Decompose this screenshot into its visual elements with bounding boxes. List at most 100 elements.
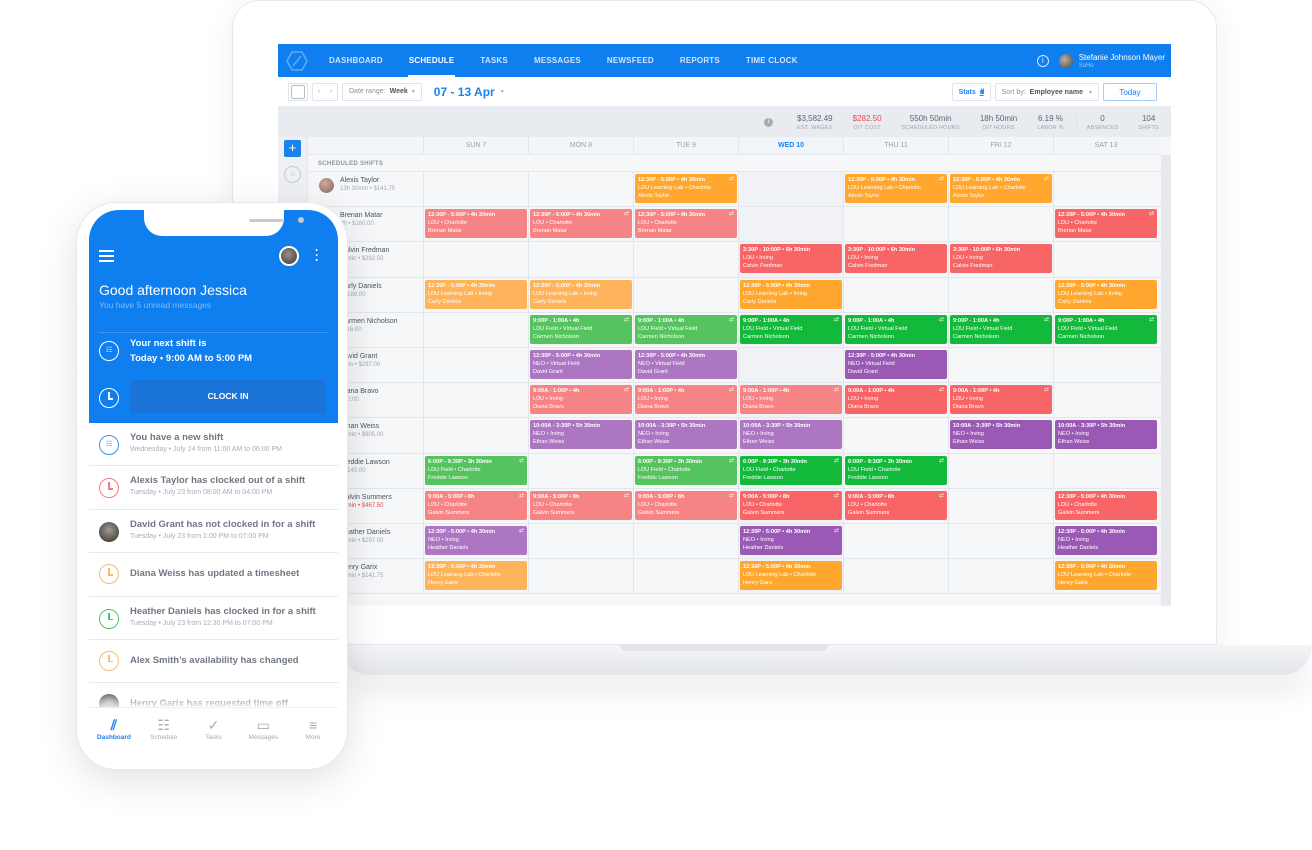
schedule-cell[interactable]: 12:30P - 5:00P • 4h 30min LDU Learning La… [1053, 277, 1158, 312]
nav-tab-schedule[interactable]: SCHEDULE [396, 44, 468, 77]
user-avatar[interactable] [1058, 53, 1073, 68]
shift-block[interactable]: 12:30P - 5:00P • 4h 30min LDU Learning La… [635, 174, 737, 203]
swap-icon[interactable]: ⇄ [939, 316, 944, 324]
shift-block[interactable]: 9:00A - 5:00P • 8h LDU • Charlotte Galvin … [530, 490, 632, 520]
unread-messages[interactable]: You have 5 unread messages [99, 300, 211, 310]
tab-dashboard[interactable]: ⫽ Dashboard [89, 708, 139, 755]
shift-block[interactable]: 9:00P - 1:00A • 4h LDU Field • Virtual Fi… [845, 314, 947, 344]
schedule-cell[interactable] [1053, 242, 1158, 277]
user-block[interactable]: Stefanie Johnson Mayer SoHo [1079, 53, 1165, 69]
week-label[interactable]: 07 - 13 Apr [434, 85, 495, 99]
swap-icon[interactable]: ⇄ [939, 175, 944, 183]
schedule-cell[interactable] [948, 347, 1053, 383]
schedule-cell[interactable]: 6:00P - 9:30P • 3h 30min LDU Field • Char… [423, 453, 528, 488]
schedule-cell[interactable] [738, 172, 843, 207]
swap-icon[interactable]: ⇄ [939, 386, 944, 394]
schedule-cell[interactable]: 12:30P - 5:00P • 4h 30min NEO • Irving Hea… [1053, 523, 1158, 559]
schedule-cell[interactable] [843, 523, 948, 559]
clock-in-button[interactable]: CLOCK IN [130, 380, 326, 413]
schedule-cell[interactable] [423, 383, 528, 418]
schedule-cell[interactable] [1053, 383, 1158, 418]
shift-block[interactable]: 3:30P - 10:00P • 6h 30min LDU • Irving Cal… [740, 244, 842, 274]
feed-item[interactable]: Alexis Taylor has clocked out of a shift… [89, 466, 338, 510]
schedule-cell[interactable]: 12:30P - 5:00P • 4h 30min LDU • Charlotte… [423, 207, 528, 242]
shift-block[interactable]: 12:30P - 5:00P • 4h 30min LDU Learning La… [425, 279, 527, 309]
schedule-cell[interactable]: 9:00A - 5:00P • 8h LDU • Charlotte Galvin … [633, 488, 738, 523]
schedule-cell[interactable]: 12:30P - 5:00P • 4h 30min LDU • Charlotte… [1053, 488, 1158, 523]
schedule-cell[interactable]: 12:30P - 5:00P • 4h 30min NEO • Virtual F… [633, 347, 738, 383]
tab-schedule[interactable]: ☷ Schedule [139, 708, 189, 755]
select-all-checkbox[interactable] [288, 82, 308, 101]
swap-icon[interactable]: ⇄ [939, 492, 944, 500]
shift-block[interactable]: 10:00A - 3:30P • 5h 30min NEO • Irving Eth… [950, 420, 1052, 450]
add-shift-button[interactable]: + [284, 140, 301, 157]
schedule-cell[interactable] [948, 207, 1053, 242]
schedule-cell[interactable] [528, 242, 633, 277]
schedule-cell[interactable] [948, 523, 1053, 559]
shift-block[interactable]: 12:30P - 5:00P • 4h 30min LDU Learning La… [530, 279, 632, 309]
schedule-cell[interactable]: 3:30P - 10:00P • 6h 30min LDU • Irving Cal… [843, 242, 948, 277]
schedule-cell[interactable]: 12:30P - 5:00P • 4h 30min NEO • Irving Hea… [423, 523, 528, 559]
schedule-cell[interactable] [843, 559, 948, 594]
schedule-cell[interactable] [1053, 453, 1158, 488]
schedule-cell[interactable] [528, 559, 633, 594]
nav-tab-dashboard[interactable]: DASHBOARD [316, 44, 396, 77]
swap-icon[interactable]: ⇄ [519, 492, 524, 500]
shift-block[interactable]: 12:30P - 5:00P • 4h 30min LDU Learning La… [1055, 279, 1157, 309]
shift-block[interactable]: 12:30P - 5:00P • 4h 30min LDU • Charlotte… [1055, 209, 1157, 239]
shift-block[interactable]: 6:00P - 9:30P • 3h 30min LDU Field • Char… [740, 455, 842, 485]
shift-block[interactable]: 12:30P - 5:00P • 4h 30min NEO • Irving Hea… [740, 525, 842, 555]
schedule-cell[interactable] [948, 277, 1053, 312]
schedule-cell[interactable]: 12:30P - 5:00P • 4h 30min LDU • Charlotte… [633, 207, 738, 242]
swap-icon[interactable]: ⇄ [834, 492, 839, 500]
schedule-cell[interactable] [423, 242, 528, 277]
schedule-cell[interactable]: 12:30P - 5:00P • 4h 30min LDU Learning La… [1053, 559, 1158, 594]
swap-icon[interactable]: ⇄ [834, 316, 839, 324]
shift-block[interactable]: 9:00A - 1:00P • 4h LDU • Irving Diana Brav… [530, 385, 632, 415]
schedule-cell[interactable] [948, 488, 1053, 523]
schedule-cell[interactable] [633, 523, 738, 559]
day-header-sat-13[interactable]: SAT 13 [1053, 137, 1158, 154]
shift-block[interactable]: 12:30P - 5:00P • 4h 30min NEO • Virtual F… [845, 349, 947, 379]
swap-icon[interactable]: ⇄ [519, 527, 524, 535]
schedule-cell[interactable] [738, 347, 843, 383]
nav-tab-newsfeed[interactable]: NEWSFEED [594, 44, 667, 77]
swap-icon[interactable]: ⇄ [729, 386, 734, 394]
shift-block[interactable]: 12:30P - 5:00P • 4h 30min LDU • Charlotte… [1055, 490, 1157, 520]
schedule-cell[interactable]: 12:30P - 5:00P • 4h 30min NEO • Virtual F… [843, 347, 948, 383]
schedule-cell[interactable]: 12:30P - 5:00P • 4h 30min LDU Learning La… [738, 277, 843, 312]
shift-block[interactable]: 12:30P - 5:00P • 4h 30min LDU Learning La… [845, 174, 947, 203]
tab-messages[interactable]: ▭ Messages [238, 708, 288, 755]
schedule-cell[interactable]: 12:30P - 5:00P • 4h 30min LDU Learning La… [948, 172, 1053, 207]
schedule-cell[interactable]: 9:00A - 5:00P • 8h LDU • Charlotte Galvin … [738, 488, 843, 523]
swap-icon[interactable]: ⇄ [939, 457, 944, 465]
day-header-thu-11[interactable]: THU 11 [843, 137, 948, 154]
shift-block[interactable]: 9:00A - 1:00P • 4h LDU • Irving Diana Brav… [950, 385, 1052, 415]
shift-block[interactable]: 6:00P - 9:30P • 3h 30min LDU Field • Char… [845, 455, 947, 485]
schedule-cell[interactable] [423, 172, 528, 207]
schedule-cell[interactable]: 9:00P - 1:00A • 4h LDU Field • Virtual Fi… [1053, 312, 1158, 347]
schedule-cell[interactable]: 10:00A - 3:30P • 5h 30min NEO • Irving Eth… [948, 418, 1053, 453]
schedule-cell[interactable]: 9:00A - 5:00P • 8h LDU • Charlotte Galvin … [423, 488, 528, 523]
shift-block[interactable]: 12:30P - 5:00P • 4h 30min LDU • Charlotte… [530, 209, 632, 239]
shift-block[interactable]: 10:00A - 3:30P • 5h 30min NEO • Irving Eth… [635, 420, 737, 450]
day-header-wed-10[interactable]: WED 10 [738, 137, 843, 154]
schedule-cell[interactable] [948, 559, 1053, 594]
schedule-cell[interactable]: 10:00A - 3:30P • 5h 30min NEO • Irving Eth… [738, 418, 843, 453]
swap-icon[interactable]: ⇄ [834, 457, 839, 465]
day-header-fri-12[interactable]: FRI 12 [948, 137, 1053, 154]
logo-icon[interactable] [278, 44, 316, 77]
shift-block[interactable]: 9:00P - 1:00A • 4h LDU Field • Virtual Fi… [635, 314, 737, 344]
schedule-cell[interactable]: 9:00P - 1:00A • 4h LDU Field • Virtual Fi… [738, 312, 843, 347]
day-header-sun-7[interactable]: SUN 7 [423, 137, 528, 154]
schedule-cell[interactable]: 12:30P - 5:00P • 4h 30min LDU • Charlotte… [528, 207, 633, 242]
feed-item[interactable]: David Grant has not clocked in for a shi… [89, 510, 338, 554]
swap-icon[interactable]: ⇄ [834, 386, 839, 394]
shift-block[interactable]: 12:30P - 5:00P • 4h 30min LDU Learning La… [1055, 561, 1157, 591]
nav-tab-reports[interactable]: REPORTS [667, 44, 733, 77]
swap-icon[interactable]: ⇄ [624, 492, 629, 500]
shift-block[interactable]: 12:30P - 5:00P • 4h 30min NEO • Virtual F… [530, 349, 632, 379]
schedule-cell[interactable] [738, 207, 843, 242]
schedule-cell[interactable] [948, 453, 1053, 488]
info-icon[interactable]: i [1036, 54, 1049, 67]
